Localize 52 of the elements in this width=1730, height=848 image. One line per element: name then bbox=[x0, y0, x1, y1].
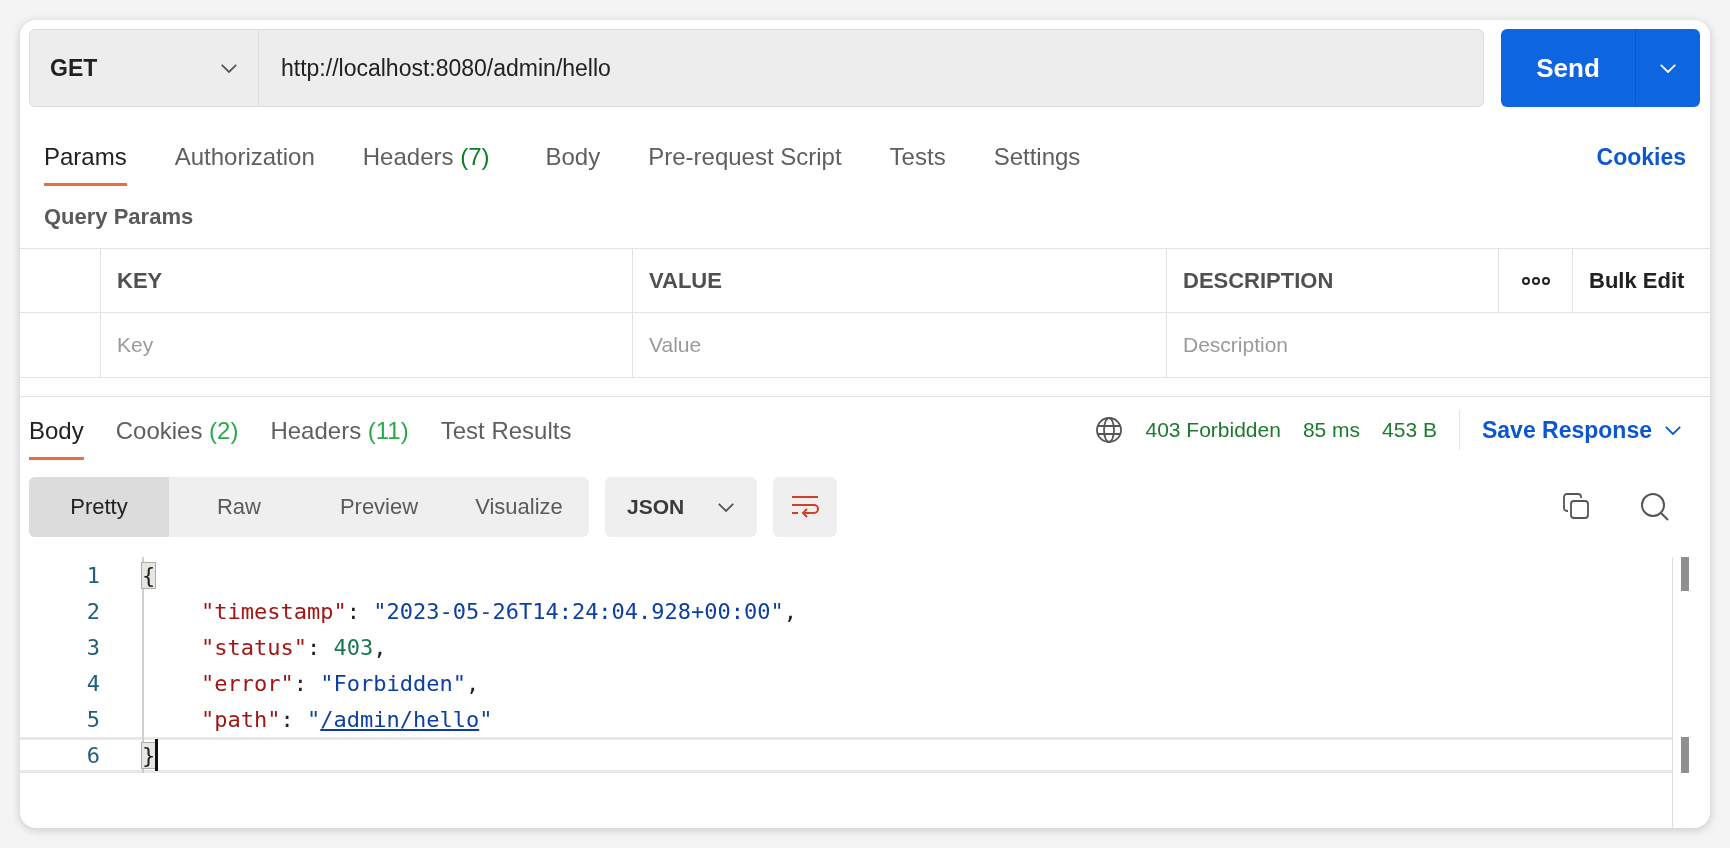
code-line: { bbox=[142, 557, 156, 593]
method-dropdown[interactable]: GET bbox=[29, 29, 259, 107]
view-mode-tab[interactable]: Pretty bbox=[29, 477, 169, 537]
bulk-edit-button[interactable]: Bulk Edit bbox=[1589, 267, 1685, 294]
chevron-down-icon bbox=[1664, 424, 1682, 436]
tab[interactable]: Headers (11) bbox=[270, 417, 409, 460]
code-line: "timestamp": "2023-05-26T14:24:04.928+00:00", bbox=[142, 593, 798, 629]
line-number: 1 bbox=[85, 562, 100, 588]
tab[interactable]: Authorization bbox=[174, 143, 315, 186]
tab[interactable]: Body bbox=[29, 417, 84, 460]
code-line: "path": "/admin/hello" bbox=[142, 701, 493, 737]
line-number: 6 bbox=[85, 742, 100, 768]
globe-icon[interactable] bbox=[1095, 416, 1124, 444]
line-number: 2 bbox=[85, 598, 100, 624]
tab[interactable]: Headers (7) bbox=[362, 143, 490, 186]
view-mode-tab[interactable]: Raw bbox=[169, 477, 309, 537]
tab[interactable]: Pre-request Script bbox=[648, 143, 842, 186]
line-number: 3 bbox=[85, 634, 100, 660]
send-button[interactable]: Send bbox=[1501, 29, 1636, 107]
more-icon[interactable] bbox=[1521, 275, 1550, 286]
tab[interactable]: Settings bbox=[993, 143, 1081, 186]
code-line: "status": 403, bbox=[142, 629, 387, 665]
tab[interactable]: Tests bbox=[889, 143, 946, 186]
code-line: "error": "Forbidden", bbox=[142, 665, 480, 701]
scrollbar[interactable] bbox=[1672, 557, 1691, 828]
view-mode-tab[interactable]: Preview bbox=[309, 477, 449, 537]
tab[interactable]: Params bbox=[44, 143, 127, 186]
response-time-text: 85 ms bbox=[1302, 418, 1361, 442]
column-header: DESCRIPTION bbox=[1183, 267, 1334, 294]
search-icon[interactable] bbox=[1640, 492, 1670, 522]
format-dropdown[interactable]: JSON bbox=[605, 477, 757, 537]
tab[interactable]: Cookies (2) bbox=[115, 417, 239, 460]
code-line: } bbox=[142, 737, 159, 773]
column-header: VALUE bbox=[649, 267, 722, 294]
url-field[interactable]: http://localhost:8080/admin/hello bbox=[259, 29, 1484, 107]
chevron-down-icon bbox=[717, 501, 735, 513]
section-title: Query Params bbox=[43, 203, 195, 231]
copy-icon[interactable] bbox=[1562, 492, 1590, 520]
view-mode-tab[interactable]: Visualize bbox=[449, 477, 589, 537]
chevron-down-icon bbox=[1659, 62, 1677, 74]
wrap-lines-icon bbox=[790, 494, 820, 520]
chevron-down-icon bbox=[220, 62, 238, 74]
cookies-link[interactable]: Cookies bbox=[1596, 144, 1686, 186]
wrap-lines-button[interactable] bbox=[773, 477, 837, 537]
response-size-text: 453 B bbox=[1382, 418, 1437, 442]
tab[interactable]: Test Results bbox=[440, 417, 572, 460]
line-number: 5 bbox=[85, 706, 100, 732]
column-header: KEY bbox=[117, 267, 163, 294]
save-response-button[interactable]: Save Response bbox=[1481, 416, 1682, 444]
tab[interactable]: Body bbox=[545, 143, 601, 186]
line-number: 4 bbox=[85, 670, 100, 696]
status-code-text: 403 Forbidden bbox=[1145, 418, 1281, 442]
